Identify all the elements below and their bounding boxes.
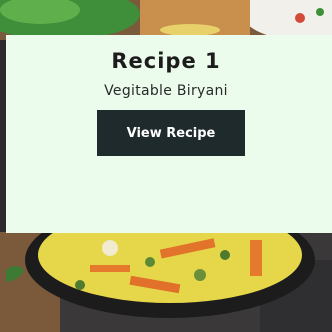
recipe-card: Recipe 1 Vegitable Biryani View Recipe — [6, 35, 332, 233]
recipe-subtitle: Vegitable Biryani — [104, 83, 228, 99]
view-recipe-button[interactable]: View Recipe — [97, 110, 245, 156]
recipe-card-page: Recipe 1 Vegitable Biryani View Recipe — [0, 0, 332, 332]
recipe-title: Recipe 1 — [111, 49, 221, 73]
